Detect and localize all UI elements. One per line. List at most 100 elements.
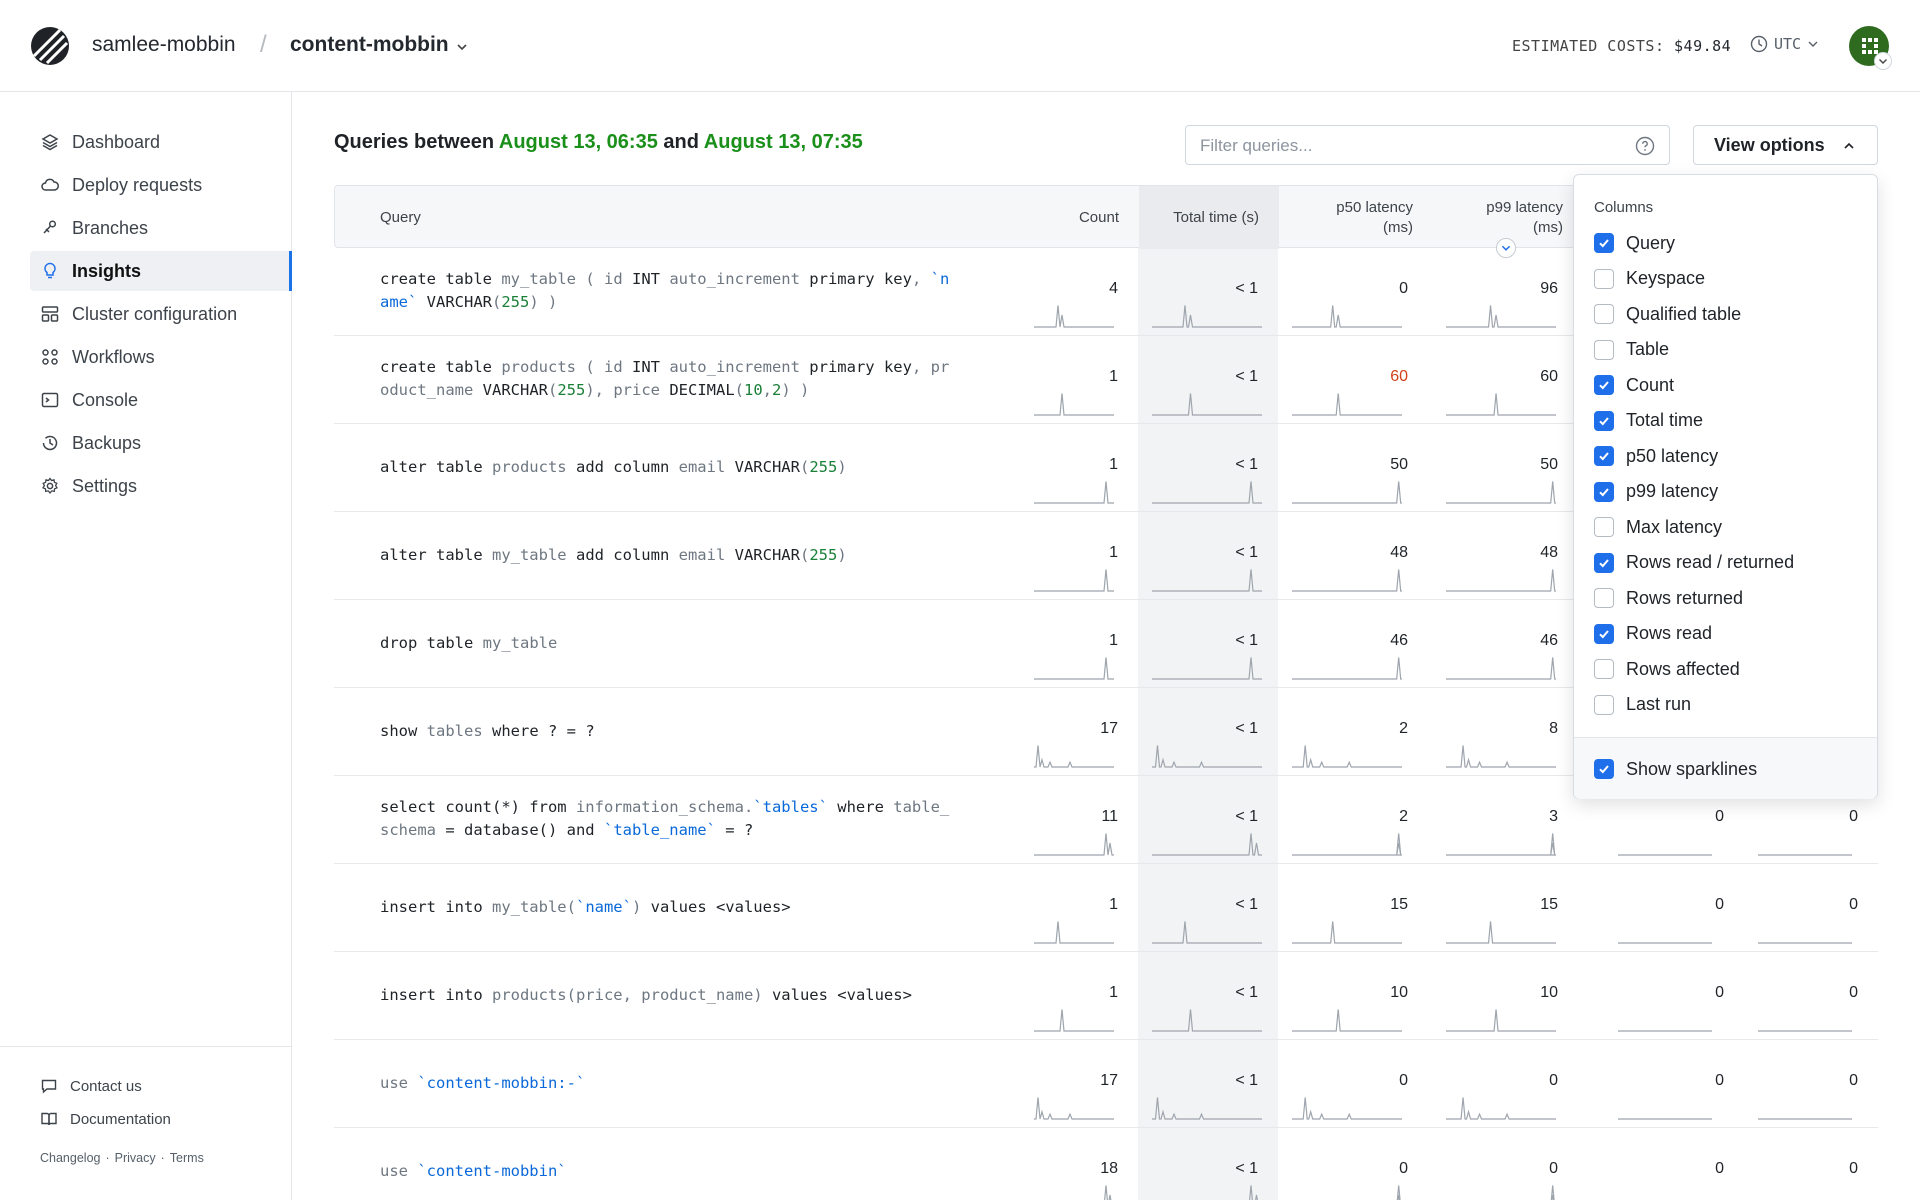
query-text[interactable]: drop table my_table xyxy=(380,620,960,666)
contact-us-link[interactable]: Contact us xyxy=(40,1077,142,1095)
sidebar-item-cluster-configuration[interactable]: Cluster configuration xyxy=(30,294,292,334)
cell-c6: 0 xyxy=(1849,896,1858,913)
database-name[interactable]: content-mobbin xyxy=(290,33,449,57)
column-option[interactable]: Last run xyxy=(1594,693,1691,717)
sidebar-item-workflows[interactable]: Workflows xyxy=(30,337,292,377)
sparklines-checkbox[interactable] xyxy=(1594,759,1614,779)
sparkline-count xyxy=(1034,393,1114,416)
column-option-label: Max latency xyxy=(1626,516,1723,537)
sparkline-total xyxy=(1152,833,1262,856)
query-text[interactable]: alter table products add column email VA… xyxy=(380,444,960,490)
chevron-down-icon[interactable] xyxy=(455,40,469,54)
column-option[interactable]: Qualified table xyxy=(1594,302,1741,326)
sidebar-item-settings[interactable]: Settings xyxy=(30,466,292,506)
column-checkbox[interactable] xyxy=(1594,588,1614,608)
terms-link[interactable]: Terms xyxy=(170,1151,204,1165)
column-checkbox[interactable] xyxy=(1594,694,1614,715)
column-option[interactable]: Count xyxy=(1594,373,1674,397)
cell-p99: 15 xyxy=(1540,896,1558,913)
column-checkbox[interactable] xyxy=(1594,375,1614,395)
sparkline-p50 xyxy=(1292,833,1402,856)
query-text[interactable]: use `content-mobbin` xyxy=(380,1148,960,1194)
query-text[interactable]: create table products ( id INT auto_incr… xyxy=(380,356,960,402)
query-text[interactable]: use `content-mobbin:-` xyxy=(380,1060,960,1106)
view-options-button[interactable]: View options xyxy=(1693,125,1878,165)
header-p50[interactable]: p50 latency (ms) xyxy=(1279,186,1433,249)
header-count[interactable]: Count xyxy=(1065,186,1119,249)
column-checkbox[interactable] xyxy=(1594,339,1614,360)
column-option[interactable]: p50 latency xyxy=(1594,444,1718,468)
planetscale-logo[interactable] xyxy=(30,26,70,66)
sparkline-path xyxy=(1292,745,1402,768)
column-checkbox[interactable] xyxy=(1594,481,1614,502)
sparkline-path xyxy=(1292,921,1402,944)
org-name[interactable]: samlee-mobbin xyxy=(92,33,236,57)
sparkline-c5 xyxy=(1618,1178,1712,1200)
query-text[interactable]: show tables where ? = ? xyxy=(380,708,960,754)
sidebar-item-console[interactable]: Console xyxy=(30,380,292,420)
sparkline-c6 xyxy=(1758,942,1852,944)
column-checkbox[interactable] xyxy=(1594,659,1614,679)
sparkline-count xyxy=(1104,1185,1112,1200)
cell-c6: 0 xyxy=(1849,1072,1858,1089)
privacy-link[interactable]: Privacy xyxy=(115,1151,156,1165)
show-sparklines-option[interactable]: Show sparklines xyxy=(1594,757,1757,781)
column-option-label: Qualified table xyxy=(1626,303,1742,324)
column-checkbox[interactable] xyxy=(1594,268,1614,289)
column-checkbox[interactable] xyxy=(1594,233,1614,253)
query-text[interactable]: insert into my_table(`name`) values <val… xyxy=(380,884,960,930)
column-option[interactable]: Rows returned xyxy=(1594,586,1743,610)
account-menu-chevron[interactable] xyxy=(1874,52,1892,70)
timezone-select[interactable]: UTC xyxy=(1750,35,1819,53)
filter-queries-input[interactable] xyxy=(1200,134,1620,158)
column-checkbox[interactable] xyxy=(1594,304,1614,324)
query-text[interactable]: select count(*) from information_schema.… xyxy=(380,796,960,842)
column-checkbox[interactable] xyxy=(1594,517,1614,537)
query-text[interactable]: insert into products(price, product_name… xyxy=(380,972,960,1018)
sparkline-count xyxy=(1034,481,1114,504)
column-option[interactable]: Rows affected xyxy=(1594,657,1740,681)
header-total-time[interactable]: Total time (s) xyxy=(1139,186,1279,249)
column-option[interactable]: Total time xyxy=(1594,409,1703,433)
column-option[interactable]: Table xyxy=(1594,338,1669,362)
table-row[interactable]: insert into my_table(`name`) values <val… xyxy=(334,864,1878,952)
start-time[interactable]: August 13, 06:35 xyxy=(499,131,658,153)
column-option[interactable]: Keyspace xyxy=(1594,267,1705,291)
sparkline-total xyxy=(1249,1185,1258,1200)
column-option[interactable]: Rows read xyxy=(1594,622,1712,646)
column-option[interactable]: Max latency xyxy=(1594,515,1722,539)
column-option[interactable]: p99 latency xyxy=(1594,480,1718,504)
table-row[interactable]: insert into products(price, product_name… xyxy=(334,952,1878,1040)
table-row[interactable]: use `content-mobbin:-` 17 < 1 0 0 0 0 xyxy=(334,1040,1878,1128)
filter-queries-field[interactable] xyxy=(1185,125,1670,165)
sidebar-footer: Contact us Documentation Changelog · Priva… xyxy=(0,1046,292,1200)
cell-count: 1 xyxy=(1109,368,1118,385)
documentation-link[interactable]: Documentation xyxy=(40,1110,171,1128)
sparkline-c5 xyxy=(1618,1118,1712,1120)
sparkline-path xyxy=(1034,833,1114,856)
workflow-icon xyxy=(42,349,58,365)
column-checkbox[interactable] xyxy=(1594,410,1614,431)
sidebar-item-branches[interactable]: Branches xyxy=(30,208,292,248)
column-option-label: p50 latency xyxy=(1626,445,1719,466)
sparkline-p99 xyxy=(1446,569,1556,592)
sidebar-item-backups[interactable]: Backups xyxy=(30,423,292,463)
query-text[interactable]: alter table my_table add column email VA… xyxy=(380,532,960,578)
table-row[interactable]: use `content-mobbin` 18 < 1 0 0 0 0 xyxy=(334,1128,1878,1200)
column-checkbox[interactable] xyxy=(1594,446,1614,466)
query-text[interactable]: create table my_table ( id INT auto_incr… xyxy=(380,268,960,314)
column-checkbox[interactable] xyxy=(1594,552,1614,573)
column-option[interactable]: Rows read / returned xyxy=(1594,551,1794,575)
sidebar-item-dashboard[interactable]: Dashboard xyxy=(30,122,292,162)
sparkline-c5 xyxy=(1618,1030,1712,1032)
header-query[interactable]: Query xyxy=(380,186,421,249)
sparkline-path xyxy=(1034,393,1114,416)
sidebar-item-deploy-requests[interactable]: Deploy requests xyxy=(30,165,292,205)
changelog-link[interactable]: Changelog xyxy=(40,1151,100,1165)
help-icon[interactable] xyxy=(1635,136,1655,156)
column-checkbox[interactable] xyxy=(1594,623,1614,644)
end-time[interactable]: August 13, 07:35 xyxy=(704,131,863,153)
cell-c6: 0 xyxy=(1849,808,1858,825)
sidebar-item-insights[interactable]: Insights xyxy=(30,251,292,291)
column-option[interactable]: Query xyxy=(1594,231,1675,255)
